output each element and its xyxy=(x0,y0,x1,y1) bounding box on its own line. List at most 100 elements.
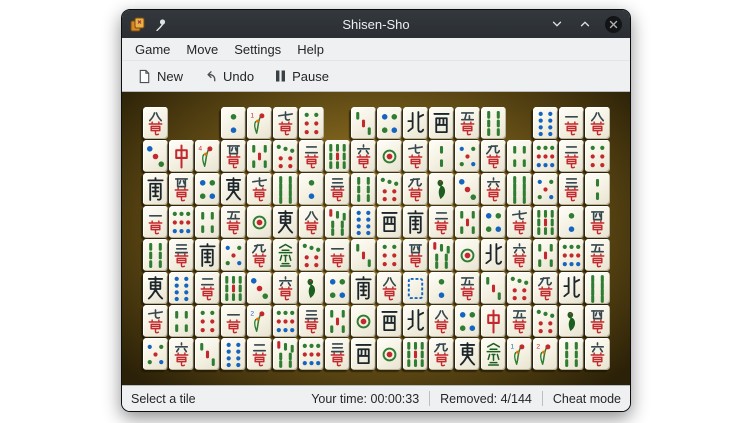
tile-c9[interactable] xyxy=(298,338,324,371)
tile-m7[interactable] xyxy=(506,206,532,239)
tile-b4[interactable] xyxy=(168,305,194,338)
tile-c2[interactable] xyxy=(298,173,324,206)
tile-m5[interactable] xyxy=(454,107,480,140)
tile-m4[interactable] xyxy=(584,305,610,338)
tile-m8[interactable] xyxy=(142,107,168,140)
tile-c7[interactable] xyxy=(298,239,324,272)
tile-m6[interactable] xyxy=(584,338,610,371)
tile-b5[interactable] xyxy=(532,239,558,272)
tile-m1[interactable] xyxy=(142,206,168,239)
tile-b6[interactable] xyxy=(480,107,506,140)
tile-b9[interactable] xyxy=(402,338,428,371)
tile-m9[interactable] xyxy=(402,173,428,206)
tile-m1[interactable] xyxy=(558,107,584,140)
tile-m1[interactable] xyxy=(324,239,350,272)
menu-settings[interactable]: Settings xyxy=(226,40,289,59)
tile-b5[interactable] xyxy=(324,305,350,338)
new-button[interactable]: New xyxy=(130,66,190,87)
menu-help[interactable]: Help xyxy=(289,40,332,59)
tile-b8[interactable] xyxy=(584,272,610,305)
tile-b9[interactable] xyxy=(532,206,558,239)
tile-wW[interactable] xyxy=(350,338,376,371)
tile-b1[interactable] xyxy=(298,272,324,305)
tile-m9[interactable] xyxy=(428,338,454,371)
undo-button[interactable]: Undo xyxy=(196,66,261,87)
tile-c3[interactable] xyxy=(142,140,168,173)
tile-b1[interactable] xyxy=(428,173,454,206)
tile-wW[interactable] xyxy=(376,206,402,239)
tile-wW[interactable] xyxy=(376,305,402,338)
tile-m6[interactable] xyxy=(272,272,298,305)
tile-b3[interactable] xyxy=(194,338,220,371)
tile-m5[interactable] xyxy=(584,239,610,272)
tile-m6[interactable] xyxy=(480,173,506,206)
tile-b3[interactable] xyxy=(350,239,376,272)
tile-c8[interactable] xyxy=(350,206,376,239)
tile-c5[interactable] xyxy=(142,338,168,371)
tile-c5[interactable] xyxy=(532,173,558,206)
menu-game[interactable]: Game xyxy=(127,40,178,59)
tile-wN[interactable] xyxy=(558,272,584,305)
tile-c6[interactable] xyxy=(298,107,324,140)
tile-m4[interactable] xyxy=(584,206,610,239)
tile-b9[interactable] xyxy=(220,272,246,305)
tile-b4[interactable] xyxy=(506,140,532,173)
tile-c1[interactable] xyxy=(376,338,402,371)
tile-m7[interactable] xyxy=(272,107,298,140)
tile-f2[interactable]: 2 xyxy=(532,338,558,371)
tile-m8[interactable] xyxy=(298,206,324,239)
tile-c1[interactable] xyxy=(246,206,272,239)
tile-dW[interactable] xyxy=(402,272,428,305)
tile-b8[interactable] xyxy=(272,173,298,206)
tile-wS[interactable] xyxy=(350,272,376,305)
tile-c6[interactable] xyxy=(584,140,610,173)
tile-c9[interactable] xyxy=(168,206,194,239)
tile-c7[interactable] xyxy=(272,140,298,173)
tile-m6[interactable] xyxy=(168,338,194,371)
tile-b9[interactable] xyxy=(324,140,350,173)
maximize-button[interactable] xyxy=(576,15,594,33)
menu-move[interactable]: Move xyxy=(178,40,226,59)
titlebar[interactable]: Shisen-Sho xyxy=(122,10,630,38)
tile-b6[interactable] xyxy=(350,173,376,206)
tile-b5[interactable] xyxy=(454,206,480,239)
tile-wE[interactable] xyxy=(454,338,480,371)
tile-m7[interactable] xyxy=(402,140,428,173)
tile-c6[interactable] xyxy=(376,239,402,272)
tile-m6[interactable] xyxy=(506,239,532,272)
tile-wN[interactable] xyxy=(402,305,428,338)
tile-m8[interactable] xyxy=(428,305,454,338)
tile-b4[interactable] xyxy=(194,206,220,239)
tile-b1[interactable] xyxy=(558,305,584,338)
tile-wE[interactable] xyxy=(220,173,246,206)
tile-c2[interactable] xyxy=(220,107,246,140)
tile-b5[interactable] xyxy=(246,140,272,173)
tile-f1[interactable]: 1 xyxy=(246,107,272,140)
tile-s2[interactable]: 2 xyxy=(246,305,272,338)
tile-b7[interactable] xyxy=(428,239,454,272)
tile-m5[interactable] xyxy=(220,206,246,239)
tile-m5[interactable] xyxy=(454,272,480,305)
tile-c5[interactable] xyxy=(220,239,246,272)
tile-c2[interactable] xyxy=(558,206,584,239)
pause-button[interactable]: Pause xyxy=(267,66,336,87)
minimize-button[interactable] xyxy=(548,15,566,33)
tile-b3[interactable] xyxy=(480,272,506,305)
tile-c4[interactable] xyxy=(194,173,220,206)
tile-dG[interactable] xyxy=(272,239,298,272)
tile-m9[interactable] xyxy=(532,272,558,305)
tile-b7[interactable] xyxy=(324,206,350,239)
tile-c7[interactable] xyxy=(376,173,402,206)
tile-c4[interactable] xyxy=(324,272,350,305)
tile-wE[interactable] xyxy=(142,272,168,305)
tile-c4[interactable] xyxy=(480,206,506,239)
tile-dR[interactable] xyxy=(480,305,506,338)
tile-b7[interactable] xyxy=(272,338,298,371)
tile-c7[interactable] xyxy=(532,305,558,338)
tile-c1[interactable] xyxy=(350,305,376,338)
tile-b3[interactable] xyxy=(350,107,376,140)
tile-m4[interactable] xyxy=(220,140,246,173)
tile-m9[interactable] xyxy=(480,140,506,173)
tile-c1[interactable] xyxy=(454,239,480,272)
tile-m2[interactable] xyxy=(246,338,272,371)
